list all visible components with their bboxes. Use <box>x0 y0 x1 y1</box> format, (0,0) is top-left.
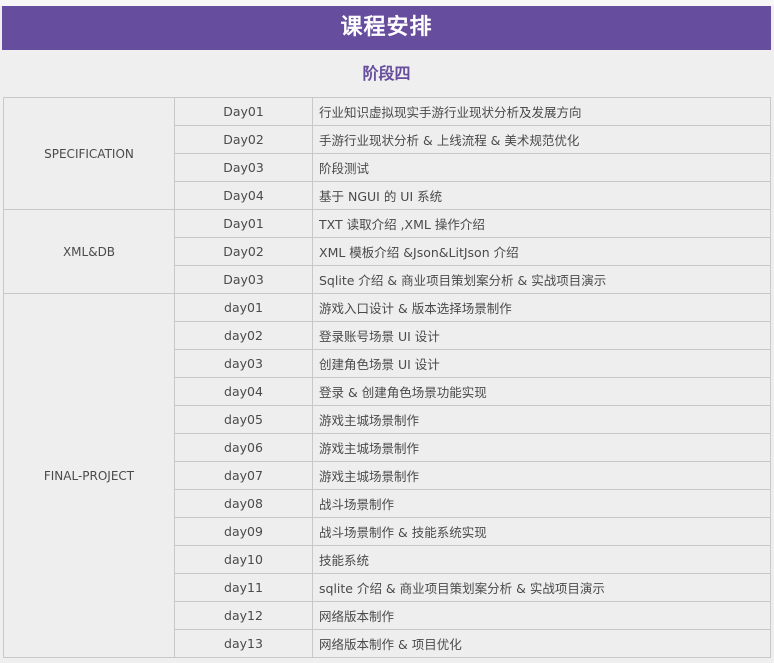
topic-cell: XML 模板介绍 &Json&LitJson 介绍 <box>312 237 771 266</box>
topic-cell: 游戏主城场景制作 <box>312 461 771 490</box>
schedule-body: SPECIFICATION Day01 行业知识虚拟现实手游行业现状分析及发展方向 D… <box>3 97 771 658</box>
day-cell: Day03 <box>174 265 313 294</box>
day-cell: day04 <box>174 377 313 406</box>
day-cell: day11 <box>174 573 313 602</box>
day-cell: Day03 <box>174 153 313 182</box>
day-cell: day02 <box>174 321 313 350</box>
day-cell: day08 <box>174 489 313 518</box>
table-row: XML&DB Day01 TXT 读取介绍 ,XML 操作介绍 <box>3 209 771 294</box>
topic-cell: 网络版本制作 & 项目优化 <box>312 629 771 658</box>
table-row: FINAL-PROJECT day01 游戏入口设计 & 版本选择场景制作 <box>3 293 771 658</box>
topic-cell: 基于 NGUI 的 UI 系统 <box>312 181 771 210</box>
day-cell: day09 <box>174 517 313 546</box>
day-cell: Day01 <box>174 209 313 238</box>
day-cell: day10 <box>174 545 313 574</box>
stage-title: 阶段四 <box>362 64 411 83</box>
topic-cell: 技能系统 <box>312 545 771 574</box>
table-row: SPECIFICATION Day01 行业知识虚拟现实手游行业现状分析及发展方向 <box>3 97 771 210</box>
day-cell: day05 <box>174 405 313 434</box>
day-cell: day12 <box>174 601 313 630</box>
section-name: XML&DB <box>3 209 175 294</box>
topic-cell: 游戏入口设计 & 版本选择场景制作 <box>312 293 771 322</box>
topic-cell: 战斗场景制作 & 技能系统实现 <box>312 517 771 546</box>
topic-cell: 手游行业现状分析 & 上线流程 & 美术规范优化 <box>312 125 771 154</box>
topic-cell: 网络版本制作 <box>312 601 771 630</box>
day-cell: day06 <box>174 433 313 462</box>
day-cell: Day01 <box>174 97 313 126</box>
page-title: 课程安排 <box>340 15 433 40</box>
topic-cell: TXT 读取介绍 ,XML 操作介绍 <box>312 209 771 238</box>
topic-cell: sqlite 介绍 & 商业项目策划案分析 & 实战项目演示 <box>312 573 771 602</box>
day-cell: Day04 <box>174 181 313 210</box>
topic-cell: 行业知识虚拟现实手游行业现状分析及发展方向 <box>312 97 771 126</box>
topic-cell: Sqlite 介绍 & 商业项目策划案分析 & 实战项目演示 <box>312 265 771 294</box>
page-title-banner: 课程安排 <box>2 6 771 50</box>
day-cell: Day02 <box>174 237 313 266</box>
topic-cell: 阶段测试 <box>312 153 771 182</box>
topic-cell: 创建角色场景 UI 设计 <box>312 349 771 378</box>
day-cell: day07 <box>174 461 313 490</box>
day-cell: day01 <box>174 293 313 322</box>
day-cell: day03 <box>174 349 313 378</box>
section-name: SPECIFICATION <box>3 97 175 210</box>
section-name: FINAL-PROJECT <box>3 293 175 658</box>
schedule-table: SPECIFICATION Day01 行业知识虚拟现实手游行业现状分析及发展方向 D… <box>3 97 771 658</box>
topic-cell: 登录 & 创建角色场景功能实现 <box>312 377 771 406</box>
topic-cell: 登录账号场景 UI 设计 <box>312 321 771 350</box>
topic-cell: 游戏主城场景制作 <box>312 405 771 434</box>
day-cell: Day02 <box>174 125 313 154</box>
day-cell: day13 <box>174 629 313 658</box>
topic-cell: 战斗场景制作 <box>312 489 771 518</box>
stage-heading: 阶段四 <box>2 58 771 90</box>
topic-cell: 游戏主城场景制作 <box>312 433 771 462</box>
